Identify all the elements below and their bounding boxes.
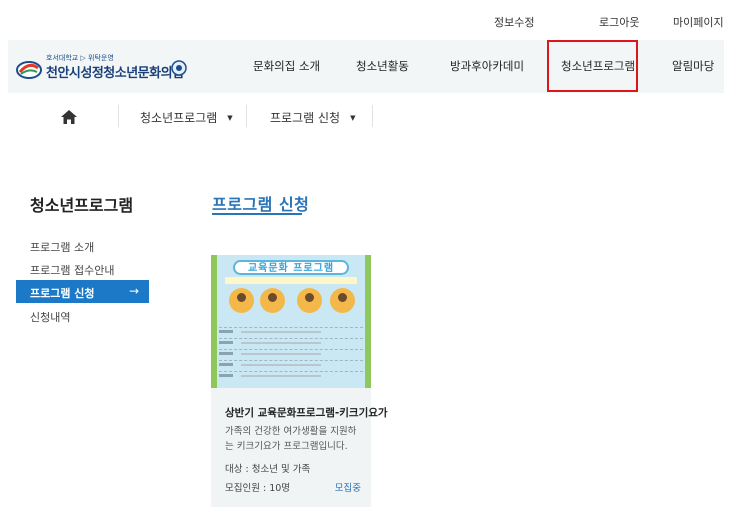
program-capacity: 모집인원 : 10명 (225, 483, 291, 494)
poster-title: 교육문화 프로그램 (247, 263, 335, 274)
nav-highlight-box (547, 40, 638, 92)
poster-info-line (219, 327, 363, 336)
poster-info-line (219, 349, 363, 358)
sidebar-title: 청소년프로그램 (30, 196, 134, 215)
page-title: 프로그램 신청 (212, 195, 310, 214)
poster-illustration (297, 288, 322, 313)
nav-youth-activity[interactable]: 청소년활동 (356, 40, 409, 93)
breadcrumb-divider (372, 105, 373, 127)
poster-border (365, 255, 371, 388)
breadcrumb-divider (246, 105, 247, 127)
poster-subtitle-strip (225, 277, 357, 284)
logo-emblem-icon (16, 61, 42, 79)
poster-info-line (219, 360, 363, 369)
sidebar-item-program-intro[interactable]: 프로그램 소개 (30, 239, 94, 255)
poster-illustration (260, 288, 285, 313)
poster-banner: 교육문화 프로그램 (233, 260, 349, 275)
nav-afterschool-academy[interactable]: 방과후아카데미 (450, 40, 524, 93)
breadcrumb-level2-dropdown[interactable]: 프로그램 신청 ▼ (270, 109, 355, 126)
breadcrumb-level1-dropdown[interactable]: 청소년프로그램 ▼ (140, 109, 233, 126)
nav-about[interactable]: 문화의집 소개 (253, 40, 320, 93)
page-title-underline (212, 213, 302, 215)
sidebar-item-program-apply[interactable]: 프로그램 신청 → (16, 280, 149, 303)
program-card[interactable]: 교육문화 프로그램 상반기 교육문화프로그램-키크기요가 가족의 건강한 여가생… (211, 255, 388, 507)
program-target: 대상 : 청소년 및 가족 (225, 464, 311, 475)
breadcrumb-level1-label: 청소년프로그램 (140, 111, 218, 125)
poster-info-line (219, 371, 363, 380)
poster-border (211, 255, 217, 388)
breadcrumb-level2-label: 프로그램 신청 (270, 111, 341, 125)
caret-down-icon: ▼ (227, 114, 233, 122)
nav-notice-board[interactable]: 알림마당 (672, 40, 714, 93)
arrow-right-icon: → (128, 284, 139, 298)
status-badge: 모집중 (334, 483, 361, 494)
breadcrumb-divider (118, 105, 119, 127)
sidebar-item-label: 프로그램 신청 (30, 287, 95, 300)
sidebar-item-application-history[interactable]: 신청내역 (30, 309, 70, 325)
program-poster-image[interactable]: 교육문화 프로그램 (211, 255, 371, 388)
logo-title: 천안시성정청소년문화의집 (46, 66, 184, 81)
logout-link[interactable]: 로그아웃 (599, 14, 639, 30)
mypage-link[interactable]: 마이페이지 (673, 14, 724, 30)
caret-down-icon: ▼ (350, 114, 356, 122)
seal-icon (171, 60, 187, 76)
home-icon[interactable] (60, 109, 78, 125)
sidebar-item-registration-guide[interactable]: 프로그램 접수안내 (30, 262, 114, 278)
program-title[interactable]: 상반기 교육문화프로그램-키크기요가 (225, 405, 388, 420)
poster-illustration (330, 288, 355, 313)
poster-info-line (219, 338, 363, 347)
poster-illustration (229, 288, 254, 313)
program-description: 가족의 건강한 여가생활을 지원하는 키크기요가 프로그램입니다. (225, 426, 357, 452)
site-logo[interactable]: 호서대학교 ▷ 위탁운영 천안시성정청소년문화의집 (16, 53, 191, 83)
edit-profile-link[interactable]: 정보수정 (494, 14, 534, 30)
